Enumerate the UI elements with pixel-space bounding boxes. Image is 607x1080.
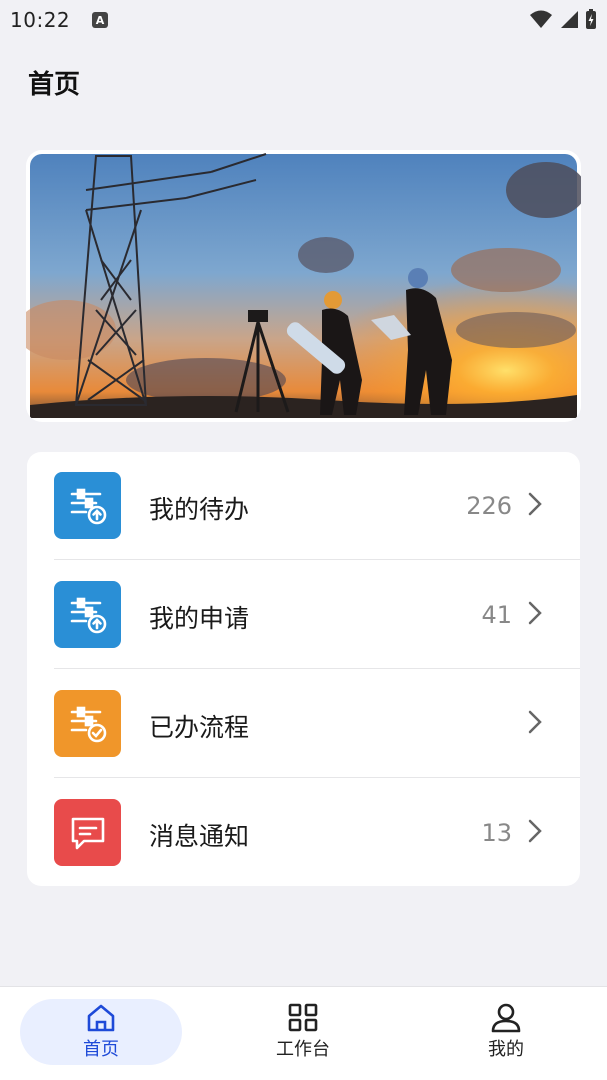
nav-label: 我的 (488, 1039, 524, 1060)
message-icon (54, 799, 121, 866)
battery-icon (586, 9, 596, 29)
done-check-icon (54, 690, 121, 757)
bottom-nav: 首页 工作台 我的 (0, 986, 607, 1080)
nav-item-workbench[interactable]: 工作台 (222, 999, 384, 1065)
chevron-right-icon (528, 710, 542, 734)
divider (54, 777, 580, 778)
apply-upload-icon (54, 581, 121, 648)
notification-badge: A (92, 12, 108, 28)
menu-item-completed[interactable]: 已办流程 (27, 670, 580, 778)
chevron-right-icon (528, 819, 542, 843)
user-icon (491, 1003, 521, 1033)
home-icon (87, 1004, 115, 1032)
menu-count: 13 (481, 819, 512, 847)
chevron-right-icon (528, 601, 542, 625)
divider (54, 668, 580, 669)
status-time: 10:22 (10, 8, 71, 32)
menu-card: 我的待办 226 我的申请 41 已办流程 消息通知 13 (27, 452, 580, 886)
menu-label: 已办流程 (149, 713, 250, 742)
grid-icon (288, 1003, 318, 1032)
nav-item-home[interactable]: 首页 (20, 999, 182, 1065)
chevron-right-icon (528, 492, 542, 516)
signal-icon (561, 11, 578, 28)
menu-label: 我的待办 (149, 495, 250, 524)
page-title: 首页 (28, 70, 81, 100)
nav-label: 工作台 (276, 1039, 330, 1060)
status-icons (529, 8, 597, 30)
home-screen: 10:22 A 首页 我的待办 226 我的申请 41 已办流程 消息通知 13… (0, 0, 607, 1080)
status-bar: 10:22 A (0, 0, 607, 40)
divider (54, 559, 580, 560)
menu-label: 消息通知 (149, 822, 250, 851)
banner-illustration (26, 153, 581, 418)
nav-label: 首页 (83, 1039, 119, 1060)
menu-item-application[interactable]: 我的申请 41 (27, 561, 580, 669)
nav-item-mine[interactable]: 我的 (425, 999, 587, 1065)
task-upload-icon (54, 472, 121, 539)
menu-item-todo[interactable]: 我的待办 226 (27, 452, 580, 560)
menu-count: 226 (466, 492, 512, 520)
banner-image[interactable] (26, 150, 581, 422)
menu-label: 我的申请 (149, 604, 250, 633)
wifi-icon (530, 10, 552, 28)
menu-count: 41 (481, 601, 512, 629)
menu-item-messages[interactable]: 消息通知 13 (27, 779, 580, 887)
